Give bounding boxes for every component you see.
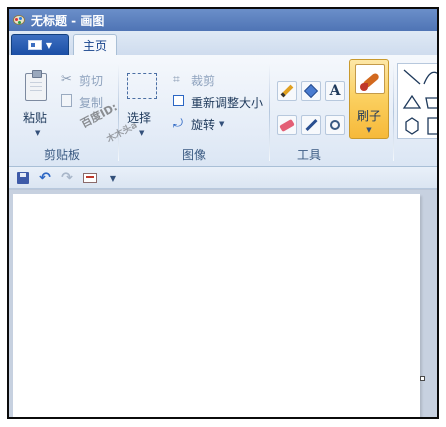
clipboard-icon — [25, 70, 47, 101]
chevron-down-icon: ▼ — [109, 173, 117, 183]
drawing-canvas[interactable] — [13, 194, 420, 417]
redo-icon: ↷ — [61, 170, 73, 186]
rotate-button[interactable]: ⤾ 旋转 ▼ — [173, 115, 233, 133]
eraser-icon — [279, 118, 295, 132]
app-menu-icon — [27, 40, 42, 50]
chevron-down-icon: ▼ — [35, 129, 41, 137]
paste-label: 粘贴 — [23, 111, 48, 125]
group-divider — [118, 63, 119, 161]
ribbon: 粘贴 ▼ ✂ 剪切 复制 剪贴板 选择 ▼ ⌗ 裁剪 重新调整大小 ⤾ 旋转 ▼… — [9, 55, 437, 167]
text-tool-button[interactable]: A — [325, 81, 345, 101]
resize-icon — [173, 95, 184, 106]
tab-home[interactable]: 主页 — [73, 34, 117, 56]
image-group: 选择 ▼ ⌗ 裁剪 重新调整大小 ⤾ 旋转 ▼ 图像 — [121, 59, 267, 165]
magnifier-icon — [330, 120, 340, 130]
redo-button[interactable]: ↷ — [59, 170, 75, 186]
shapes-icon — [402, 69, 437, 135]
chevron-down-icon: ▼ — [45, 40, 53, 50]
clipboard-group: 粘贴 ▼ ✂ 剪切 复制 剪贴板 — [9, 59, 115, 165]
resize-label: 重新调整大小 — [191, 96, 264, 110]
pencil-button[interactable] — [277, 81, 297, 101]
brush-icon — [355, 64, 385, 94]
workspace — [9, 190, 437, 417]
scissors-icon: ✂ — [61, 72, 72, 87]
save-icon — [17, 172, 29, 184]
tools-group: A 工具 — [271, 59, 347, 165]
copy-icon — [61, 94, 72, 107]
color-picker-icon — [304, 118, 318, 132]
paint-palette-icon[interactable] — [13, 13, 27, 27]
paint-window: 无标题 - 画图 ▼ 主页 粘贴 ▼ ✂ 剪切 复制 剪贴板 选择 ▼ ⌗ 裁剪… — [7, 7, 439, 419]
brushes-button[interactable]: 刷子 ▼ — [349, 59, 389, 139]
eraser-button[interactable] — [277, 115, 297, 135]
email-button[interactable] — [82, 170, 98, 186]
clipboard-group-label: 剪贴板 — [43, 148, 80, 162]
image-group-label: 图像 — [181, 148, 206, 162]
canvas-resize-handle[interactable] — [420, 376, 425, 381]
undo-icon: ↶ — [39, 170, 51, 186]
quick-access-toolbar: ↶ ↷ ▼ — [9, 167, 437, 189]
chevron-down-icon: ▼ — [366, 126, 372, 134]
customize-toolbar-button[interactable]: ▼ — [105, 170, 121, 186]
group-divider — [393, 63, 394, 161]
text-tool-icon: A — [329, 83, 341, 99]
cut-label: 剪切 — [79, 74, 104, 88]
app-menu-button[interactable]: ▼ — [11, 34, 69, 55]
resize-button[interactable]: 重新调整大小 — [173, 93, 267, 111]
ribbon-tab-strip: ▼ 主页 — [9, 31, 437, 56]
brushes-label: 刷子 — [356, 109, 381, 123]
crop-label: 裁剪 — [191, 74, 216, 88]
color-picker-button[interactable] — [301, 115, 321, 135]
paste-button[interactable]: 粘贴 ▼ — [15, 59, 57, 141]
select-rectangle-icon — [127, 73, 157, 99]
rotate-icon: ⤾ — [173, 116, 183, 130]
window-title: 无标题 - 画图 — [31, 13, 105, 28]
rotate-label: 旋转 — [191, 118, 216, 132]
copy-label: 复制 — [79, 96, 104, 110]
title-bar[interactable]: 无标题 - 画图 — [9, 9, 437, 31]
tools-group-label: 工具 — [296, 148, 321, 162]
crop-icon: ⌗ — [173, 72, 180, 86]
save-button[interactable] — [15, 170, 31, 186]
cut-button[interactable]: ✂ 剪切 — [61, 71, 113, 89]
chevron-down-icon: ▼ — [219, 120, 225, 128]
email-icon — [83, 173, 97, 183]
chevron-down-icon: ▼ — [139, 129, 145, 137]
undo-button[interactable]: ↶ — [37, 170, 53, 186]
shapes-gallery[interactable] — [397, 63, 437, 139]
crop-button[interactable]: ⌗ 裁剪 — [173, 71, 233, 89]
fill-button[interactable] — [301, 81, 321, 101]
pencil-icon — [280, 84, 294, 98]
magnifier-button[interactable] — [325, 115, 345, 135]
copy-button[interactable]: 复制 — [61, 93, 113, 111]
group-divider — [269, 63, 270, 161]
paint-bucket-icon — [303, 83, 319, 99]
